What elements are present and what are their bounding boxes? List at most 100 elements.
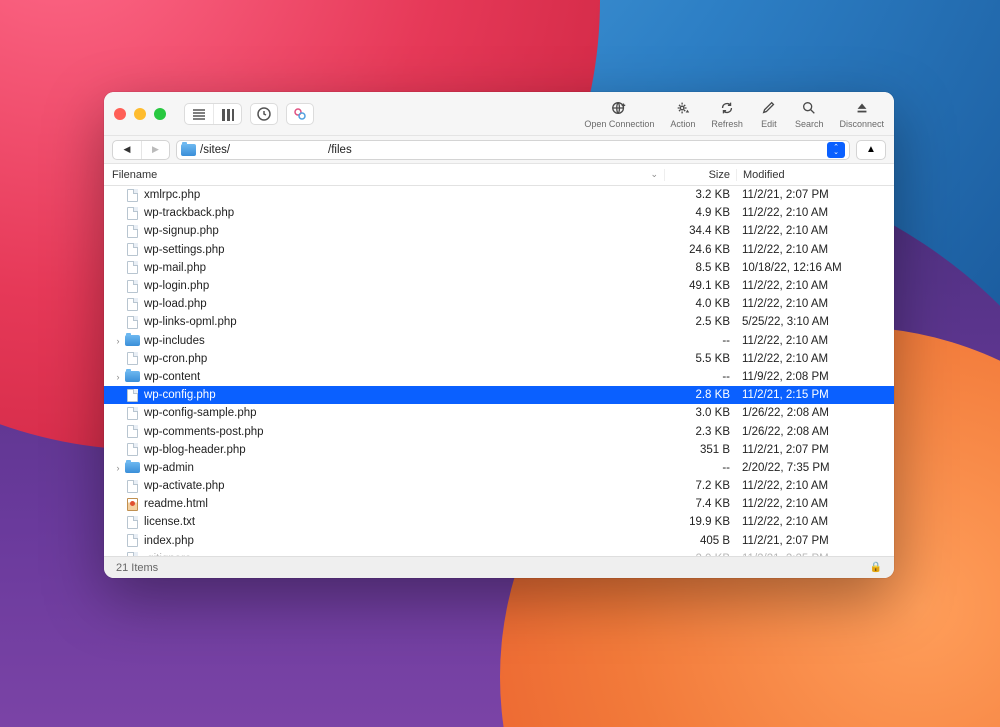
nav-forward-button[interactable]: ▶ [141, 141, 169, 159]
path-dropdown-icon[interactable] [827, 142, 845, 158]
pathbar: ◀ ▶ /sites/ /files ▲ [104, 136, 894, 164]
file-list[interactable]: xmlrpc.php3.2 KB11/2/21, 2:07 PMwp-track… [104, 186, 894, 556]
file-modified: 11/2/22, 2:10 AM [736, 244, 886, 256]
nav-back-button[interactable]: ◀ [113, 141, 141, 159]
status-item-count: 21 Items [116, 562, 158, 574]
path-field[interactable]: /sites/ /files [176, 140, 850, 160]
file-name: readme.html [144, 498, 664, 510]
column-modified[interactable]: Modified [736, 169, 886, 181]
file-name: wp-mail.php [144, 262, 664, 274]
file-row[interactable]: wp-settings.php24.6 KB11/2/22, 2:10 AM [104, 241, 894, 259]
file-size: 7.4 KB [664, 498, 736, 510]
file-row[interactable]: index.php405 B11/2/21, 2:07 PM [104, 532, 894, 550]
folder-icon [124, 461, 140, 475]
nav-up-button[interactable]: ▲ [856, 140, 886, 160]
file-size: 2.3 KB [664, 426, 736, 438]
file-row[interactable]: wp-links-opml.php2.5 KB5/25/22, 3:10 AM [104, 313, 894, 331]
file-size: -- [664, 335, 736, 347]
refresh-label: Refresh [711, 119, 743, 129]
file-name: xmlrpc.php [144, 189, 664, 201]
gear-icon [673, 99, 693, 117]
nav-segment: ◀ ▶ [112, 140, 170, 160]
eject-icon [852, 99, 872, 117]
zoom-window-button[interactable] [154, 108, 166, 120]
file-name: license.txt [144, 516, 664, 528]
ftp-window: Open Connection Action Refresh Edit Sear… [104, 92, 894, 578]
file-icon [124, 352, 140, 366]
file-size: 4.0 KB [664, 298, 736, 310]
file-row[interactable]: ›wp-content--11/9/22, 2:08 PM [104, 368, 894, 386]
file-row[interactable]: › wp-includes--11/2/22, 2:10 AM [104, 332, 894, 350]
file-size: 49.1 KB [664, 280, 736, 292]
file-name: wp-config-sample.php [144, 407, 664, 419]
file-name: wp-comments-post.php [144, 426, 664, 438]
file-size: 2.5 KB [664, 316, 736, 328]
disclosure-triangle-icon[interactable]: › [112, 336, 124, 346]
file-modified: 11/2/22, 2:10 AM [736, 335, 886, 347]
file-row[interactable]: wp-load.php4.0 KB11/2/22, 2:10 AM [104, 295, 894, 313]
view-list-icon[interactable] [185, 104, 213, 125]
path-segment-1: /sites/ [200, 144, 230, 156]
file-icon [124, 534, 140, 548]
file-icon [124, 479, 140, 493]
file-icon [124, 406, 140, 420]
file-row[interactable]: license.txt19.9 KB11/2/22, 2:10 AM [104, 513, 894, 531]
folder-icon [124, 370, 140, 384]
file-name: wp-login.php [144, 280, 664, 292]
file-modified: 11/2/22, 2:10 AM [736, 225, 886, 237]
file-row[interactable]: wp-cron.php5.5 KB11/2/22, 2:10 AM [104, 350, 894, 368]
disclosure-triangle-icon[interactable]: › [112, 372, 124, 382]
file-row[interactable]: wp-blog-header.php351 B11/2/21, 2:07 PM [104, 441, 894, 459]
disclosure-triangle-icon[interactable]: › [112, 463, 124, 473]
file-name: wp-config.php [144, 389, 664, 401]
file-modified: 11/2/22, 2:10 AM [736, 280, 886, 292]
file-modified: 11/9/22, 2:08 PM [736, 371, 886, 383]
view-mode-segment [184, 103, 242, 125]
file-modified: 11/2/22, 2:10 AM [736, 516, 886, 528]
edit-button[interactable]: Edit [759, 99, 779, 129]
search-label: Search [795, 119, 824, 129]
file-name: wp-trackback.php [144, 207, 664, 219]
file-modified: 11/2/21, 2:07 PM [736, 535, 886, 547]
file-size: -- [664, 371, 736, 383]
edit-label: Edit [761, 119, 777, 129]
file-row[interactable]: wp-config-sample.php3.0 KB1/26/22, 2:08 … [104, 404, 894, 422]
file-row[interactable]: wp-mail.php8.5 KB10/18/22, 12:16 AM [104, 259, 894, 277]
file-row[interactable]: wp-activate.php7.2 KB11/2/22, 2:10 AM [104, 477, 894, 495]
action-button[interactable]: Action [670, 99, 695, 129]
open-connection-button[interactable]: Open Connection [584, 99, 654, 129]
file-row[interactable]: readme.html7.4 KB11/2/22, 2:10 AM [104, 495, 894, 513]
toolbar-right: Open Connection Action Refresh Edit Sear… [584, 99, 884, 129]
file-icon [124, 206, 140, 220]
file-row[interactable]: wp-login.php49.1 KB11/2/22, 2:10 AM [104, 277, 894, 295]
file-name: wp-signup.php [144, 225, 664, 237]
file-modified: 11/2/22, 2:10 AM [736, 298, 886, 310]
file-name: wp-includes [144, 335, 664, 347]
disconnect-button[interactable]: Disconnect [839, 99, 884, 129]
minimize-window-button[interactable] [134, 108, 146, 120]
file-row[interactable]: wp-trackback.php4.9 KB11/2/22, 2:10 AM [104, 204, 894, 222]
file-row[interactable]: ›wp-admin--2/20/22, 7:35 PM [104, 459, 894, 477]
close-window-button[interactable] [114, 108, 126, 120]
file-name: wp-activate.php [144, 480, 664, 492]
refresh-button[interactable]: Refresh [711, 99, 743, 129]
search-button[interactable]: Search [795, 99, 824, 129]
column-filename[interactable]: Filename ⌄ [112, 169, 664, 181]
file-row[interactable]: wp-config.php2.8 KB11/2/21, 2:15 PM [104, 386, 894, 404]
open-connection-label: Open Connection [584, 119, 654, 129]
file-size: 3.2 KB [664, 189, 736, 201]
file-name: wp-load.php [144, 298, 664, 310]
file-size: 5.5 KB [664, 353, 736, 365]
view-column-icon[interactable] [213, 104, 241, 125]
refresh-icon [717, 99, 737, 117]
file-icon [124, 515, 140, 529]
sync-icon[interactable] [286, 103, 314, 125]
file-modified: 11/2/21, 2:07 PM [736, 444, 886, 456]
file-row[interactable]: wp-signup.php34.4 KB11/2/22, 2:10 AM [104, 222, 894, 240]
file-row[interactable]: xmlrpc.php3.2 KB11/2/21, 2:07 PM [104, 186, 894, 204]
file-icon [124, 261, 140, 275]
history-icon[interactable] [250, 103, 278, 125]
file-modified: 11/2/21, 2:07 PM [736, 189, 886, 201]
column-size[interactable]: Size [664, 169, 736, 181]
file-row[interactable]: wp-comments-post.php2.3 KB1/26/22, 2:08 … [104, 422, 894, 440]
